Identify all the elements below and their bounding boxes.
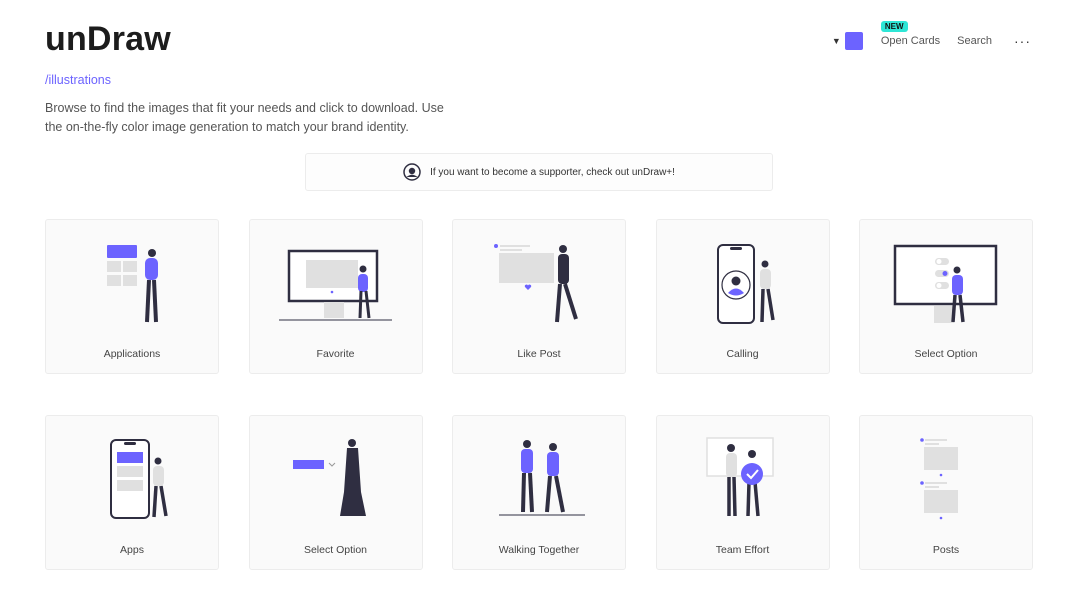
posts-illustration [920, 438, 958, 520]
illustration-card-apps[interactable]: Apps [45, 415, 219, 570]
illustrations-link[interactable]: /illustrations [45, 73, 111, 87]
caret-down-icon[interactable]: ▼ [832, 36, 841, 46]
illustration-card-posts[interactable]: Posts [859, 415, 1033, 570]
search-link[interactable]: Search [957, 35, 992, 47]
more-options-icon[interactable]: ··· [1014, 33, 1031, 49]
illustration-card-team-effort[interactable]: Team Effort [655, 415, 830, 570]
open-cards-link[interactable]: NEW Open Cards [880, 21, 941, 47]
top-nav: ▼ NEW Open Cards Search ··· [832, 21, 1031, 50]
supporter-avatar-icon [403, 163, 421, 181]
new-badge: NEW [880, 21, 908, 32]
color-picker-button[interactable] [844, 32, 863, 50]
card-label: Favorite [316, 348, 355, 360]
open-cards-label: Open Cards [880, 35, 941, 47]
select-option-illustration [893, 244, 998, 323]
like-post-illustration [494, 244, 578, 323]
illustration-card-favorite[interactable]: Favorite [248, 219, 423, 374]
card-label: Applications [103, 348, 161, 360]
applications-illustration [107, 245, 158, 323]
card-label: Apps [120, 544, 144, 556]
illustration-card-select-option-2[interactable]: Select Option [248, 415, 423, 570]
card-label: Select Option [914, 348, 978, 360]
supporter-banner[interactable]: If you want to become a supporter, check… [305, 153, 773, 191]
card-label: Calling [726, 348, 759, 360]
card-label: Select Option [303, 544, 368, 556]
card-label: Team Effort [715, 544, 770, 556]
apps-illustration [110, 439, 168, 519]
banner-text: If you want to become a supporter, check… [430, 166, 675, 178]
card-label: Posts [932, 544, 960, 556]
card-label: Like Post [517, 348, 561, 360]
select-option-dropdown-illustration [292, 439, 366, 516]
illustration-grid: Applications Favorite Like Post Calling … [45, 219, 1033, 570]
illustration-card-calling[interactable]: Calling [655, 219, 830, 374]
illustration-card-walking-together[interactable]: Walking Together [452, 415, 626, 570]
illustration-card-like-post[interactable]: Like Post [452, 219, 626, 374]
illustration-card-applications[interactable]: Applications [45, 219, 219, 374]
card-label: Walking Together [498, 544, 580, 556]
walking-together-illustration [499, 440, 585, 516]
intro-text: Browse to find the images that fit your … [45, 101, 444, 134]
favorite-illustration [278, 249, 392, 321]
calling-illustration [716, 244, 775, 324]
logo[interactable]: unDraw [45, 20, 171, 59]
illustration-card-select-option[interactable]: Select Option [859, 219, 1033, 374]
team-effort-illustration [705, 437, 774, 517]
